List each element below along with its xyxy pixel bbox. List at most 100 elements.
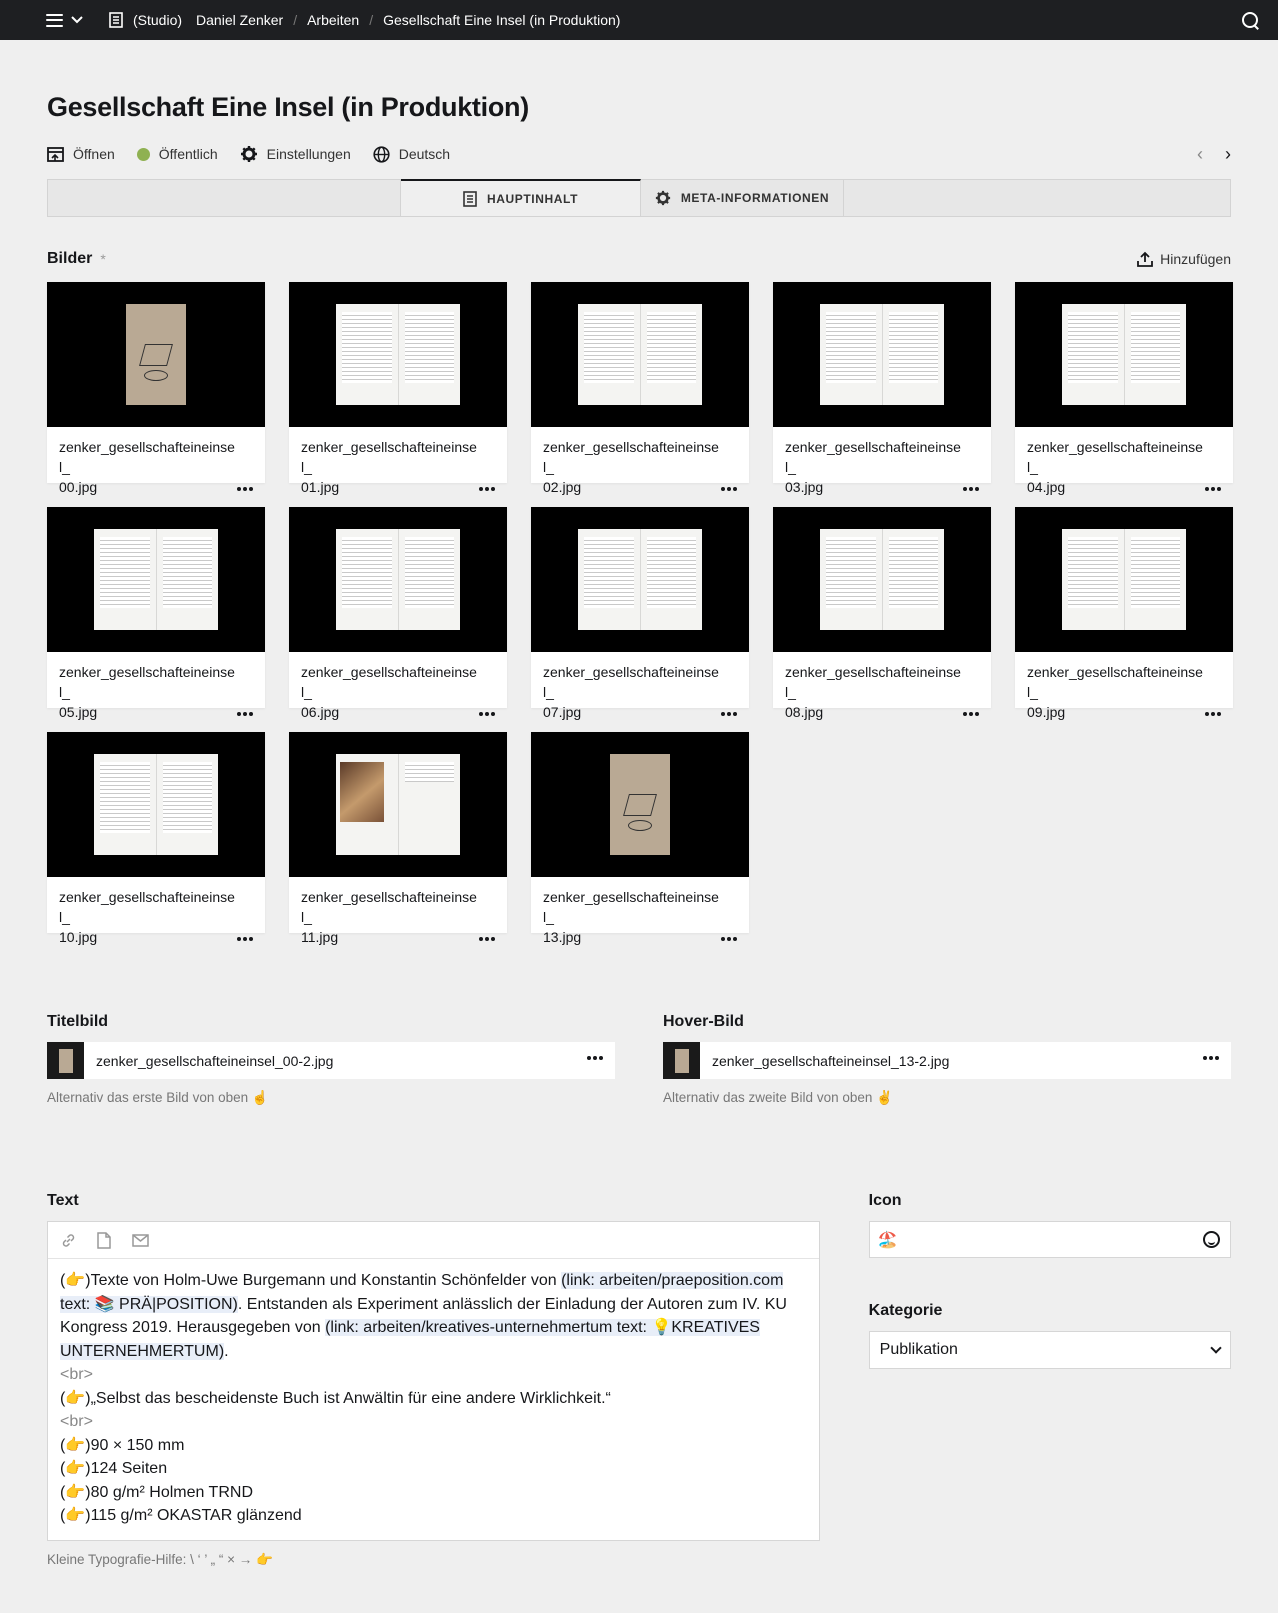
pager: ‹ › [1197, 144, 1231, 165]
image-options-icon[interactable] [721, 662, 737, 722]
image-filename: zenker_gesellschafteineinsel_ 10.jpg [59, 889, 235, 945]
image-card[interactable]: zenker_gesellschafteineinsel_ 07.jpg [531, 507, 749, 720]
image-card[interactable]: zenker_gesellschafteineinsel_ 09.jpg [1015, 507, 1233, 720]
image-card[interactable]: zenker_gesellschafteineinsel_ 05.jpg [47, 507, 265, 720]
image-filename-row: zenker_gesellschafteineinsel_ 02.jpg [531, 427, 749, 497]
image-thumbnail[interactable] [47, 282, 265, 427]
image-thumbnail[interactable] [289, 732, 507, 877]
page-icon [109, 12, 123, 28]
image-filename-row: zenker_gesellschafteineinsel_ 08.jpg [773, 652, 991, 722]
image-card[interactable]: zenker_gesellschafteineinsel_ 03.jpg [773, 282, 991, 495]
text-line: (👉)80 g/m² Holmen TRND [60, 1481, 807, 1505]
email-icon[interactable] [131, 1231, 149, 1249]
hoverbild-picker[interactable]: zenker_gesellschafteineinsel_13-2.jpg [663, 1042, 1231, 1079]
page-title: Gesellschaft Eine Insel (in Produktion) [47, 92, 529, 122]
image-options-icon[interactable] [237, 887, 253, 947]
titelbild-field: Titelbild zenker_gesellschafteineinsel_0… [47, 1013, 615, 1106]
text-line: (👉)Texte von Holm-Uwe Burgemann und Kons… [60, 1269, 807, 1363]
image-options-icon[interactable] [721, 437, 737, 497]
search-icon[interactable] [1240, 10, 1260, 30]
status-button[interactable]: Öffentlich [136, 146, 218, 162]
image-card[interactable]: zenker_gesellschafteineinsel_ 02.jpg [531, 282, 749, 495]
image-card[interactable]: zenker_gesellschafteineinsel_ 13.jpg [531, 732, 749, 945]
image-thumbnail[interactable] [531, 507, 749, 652]
next-page-icon[interactable]: › [1225, 144, 1231, 165]
image-thumbnail[interactable] [47, 732, 265, 877]
image-options-icon[interactable] [479, 662, 495, 722]
text-line: <br> [60, 1410, 807, 1434]
image-thumbnail[interactable] [773, 282, 991, 427]
image-thumbnail[interactable] [531, 282, 749, 427]
image-options-icon[interactable] [237, 662, 253, 722]
image-filename-row: zenker_gesellschafteineinsel_ 09.jpg [1015, 652, 1233, 722]
book-spread-image [578, 529, 702, 630]
breadcrumb-current[interactable]: Gesellschaft Eine Insel (in Produktion) [383, 12, 620, 28]
breadcrumb-arbeiten[interactable]: Arbeiten [307, 12, 359, 28]
kategorie-label: Kategorie [868, 1302, 943, 1319]
image-options-icon[interactable] [479, 887, 495, 947]
image-options-icon[interactable] [963, 437, 979, 497]
image-filename-row: zenker_gesellschafteineinsel_ 00.jpg [47, 427, 265, 497]
images-label: Bilder [47, 250, 93, 267]
image-filename-row: zenker_gesellschafteineinsel_ 05.jpg [47, 652, 265, 722]
tab-meta-informationen[interactable]: META-INFORMATIONEN [641, 180, 844, 216]
hoverbild-options-icon[interactable] [1203, 1055, 1231, 1066]
image-card[interactable]: zenker_gesellschafteineinsel_ 10.jpg [47, 732, 265, 945]
image-thumbnail[interactable] [531, 732, 749, 877]
image-options-icon[interactable] [1205, 662, 1221, 722]
image-options-icon[interactable] [1205, 437, 1221, 497]
image-thumbnail[interactable] [289, 507, 507, 652]
image-card[interactable]: zenker_gesellschafteineinsel_ 11.jpg [289, 732, 507, 945]
tab-meta-label: META-INFORMATIONEN [680, 191, 830, 205]
text-editor[interactable]: (👉)Texte von Holm-Uwe Burgemann und Kons… [47, 1221, 820, 1541]
titelbild-picker[interactable]: zenker_gesellschafteineinsel_00-2.jpg [47, 1042, 615, 1079]
editor-content[interactable]: (👉)Texte von Holm-Uwe Burgemann und Kons… [48, 1259, 819, 1538]
link-icon[interactable] [59, 1231, 77, 1249]
image-thumbnail[interactable] [1015, 282, 1233, 427]
open-button[interactable]: Öffnen [47, 146, 115, 163]
menu-button[interactable] [46, 13, 83, 27]
image-filename: zenker_gesellschafteineinsel_ 02.jpg [543, 439, 719, 495]
image-card[interactable]: zenker_gesellschafteineinsel_ 04.jpg [1015, 282, 1233, 495]
image-card[interactable]: zenker_gesellschafteineinsel_ 01.jpg [289, 282, 507, 495]
hamburger-icon [46, 13, 63, 27]
image-options-icon[interactable] [237, 437, 253, 497]
editor-toolbar [48, 1222, 819, 1259]
book-spread-image [820, 529, 944, 630]
kategorie-select[interactable]: Publikation [868, 1331, 1231, 1369]
page-icon [463, 190, 477, 207]
image-options-icon[interactable] [721, 887, 737, 947]
gear-icon [240, 146, 257, 162]
prev-page-icon[interactable]: ‹ [1197, 144, 1203, 165]
icon-input[interactable]: 🏖️ [868, 1221, 1231, 1258]
file-icon[interactable] [95, 1231, 113, 1249]
settings-button[interactable]: Einstellungen [240, 145, 351, 163]
titelbild-options-icon[interactable] [587, 1055, 615, 1066]
text-field: Text (👉)Texte von Holm-Uwe Burgemann und… [47, 1192, 820, 1568]
tab-hauptinhalt[interactable]: HAUPTINHALT [401, 179, 641, 216]
icon-value: 🏖️ [877, 1231, 898, 1249]
book-spread-image [94, 529, 218, 630]
text-line: <br> [60, 1363, 807, 1387]
image-thumbnail[interactable] [1015, 507, 1233, 652]
book-spread-image [820, 304, 944, 405]
typography-help: Kleine Typografie-Hilfe: \ ‘ ’ „ “ × → 👉 [47, 1552, 273, 1567]
text-segment: (👉)90 × 150 mm [60, 1436, 185, 1454]
image-filename: zenker_gesellschafteineinsel_ 07.jpg [543, 664, 719, 720]
image-thumbnail[interactable] [289, 282, 507, 427]
image-thumbnail[interactable] [773, 507, 991, 652]
image-card[interactable]: zenker_gesellschafteineinsel_ 06.jpg [289, 507, 507, 720]
image-card[interactable]: zenker_gesellschafteineinsel_ 08.jpg [773, 507, 991, 720]
image-options-icon[interactable] [963, 662, 979, 722]
book-spread-image [578, 304, 702, 405]
breadcrumb-user[interactable]: Daniel Zenker [196, 12, 283, 28]
image-card[interactable]: zenker_gesellschafteineinsel_ 00.jpg [47, 282, 265, 495]
emoji-picker-icon[interactable] [1203, 1231, 1220, 1248]
image-options-icon[interactable] [479, 437, 495, 497]
titelbild-help: Alternativ das erste Bild von oben ☝️ [47, 1090, 269, 1105]
language-button[interactable]: Deutsch [373, 145, 450, 163]
add-images-button[interactable]: Hinzufügen [1137, 251, 1231, 267]
book-spread-image [1062, 304, 1186, 405]
breadcrumb-studio[interactable]: (Studio) [133, 12, 182, 28]
image-thumbnail[interactable] [47, 507, 265, 652]
